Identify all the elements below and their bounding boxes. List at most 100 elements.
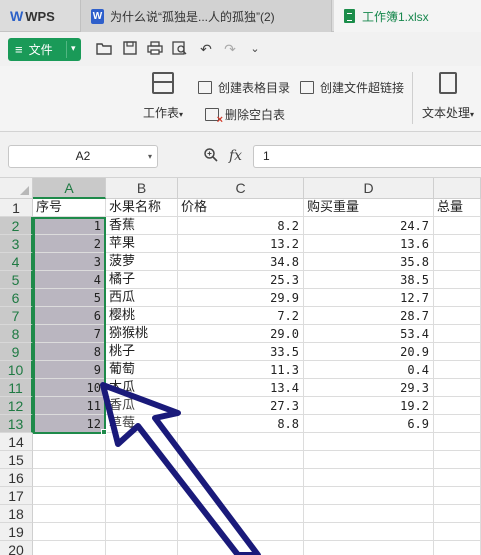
row-header[interactable]: 14 — [0, 433, 33, 451]
row-header[interactable]: 1 — [0, 199, 33, 217]
tab-wps-home[interactable]: W WPS — [0, 0, 78, 32]
redo-icon[interactable]: ↷ — [221, 41, 239, 58]
select-all-corner[interactable] — [0, 178, 33, 199]
cell[interactable] — [178, 451, 304, 469]
cell[interactable] — [304, 451, 434, 469]
cell[interactable] — [304, 487, 434, 505]
row-header[interactable]: 6 — [0, 289, 33, 307]
price-cell[interactable]: 13.4 — [178, 379, 304, 397]
price-cell[interactable]: 8.8 — [178, 415, 304, 433]
create-hyperlink-button[interactable]: 创建文件超链接 — [300, 78, 404, 96]
cell[interactable] — [434, 379, 481, 397]
price-cell[interactable]: 27.3 — [178, 397, 304, 415]
cell[interactable] — [106, 523, 178, 541]
cell[interactable] — [304, 523, 434, 541]
cell[interactable] — [33, 469, 106, 487]
cell[interactable] — [178, 487, 304, 505]
cell[interactable] — [178, 505, 304, 523]
serial-number-cell[interactable]: 1 — [33, 217, 106, 235]
weight-cell[interactable]: 19.2 — [304, 397, 434, 415]
row-header[interactable]: 4 — [0, 253, 33, 271]
price-cell[interactable]: 29.0 — [178, 325, 304, 343]
cell[interactable] — [434, 433, 481, 451]
cell[interactable] — [434, 541, 481, 555]
cell[interactable] — [33, 451, 106, 469]
cell[interactable] — [106, 451, 178, 469]
serial-number-cell[interactable]: 9 — [33, 361, 106, 379]
text-processing-button[interactable]: 文本处理▾ — [418, 70, 478, 126]
cell[interactable] — [434, 289, 481, 307]
row-header[interactable]: 3 — [0, 235, 33, 253]
print-preview-icon[interactable] — [171, 41, 189, 58]
zoom-icon[interactable] — [202, 147, 220, 165]
insert-function-icon[interactable]: fx — [229, 147, 247, 165]
weight-cell[interactable]: 29.3 — [304, 379, 434, 397]
price-cell[interactable]: 33.5 — [178, 343, 304, 361]
file-menu-button[interactable]: ≡ 文件 ▾ — [8, 38, 81, 61]
weight-cell[interactable]: 20.9 — [304, 343, 434, 361]
weight-cell[interactable]: 6.9 — [304, 415, 434, 433]
price-cell[interactable]: 13.2 — [178, 235, 304, 253]
tab-document[interactable]: W 为什么说“孤独是...人的孤独”(2) — [80, 0, 332, 32]
cell[interactable] — [434, 469, 481, 487]
cell[interactable] — [178, 469, 304, 487]
fruit-name-cell[interactable]: 橘子 — [106, 271, 178, 289]
cell[interactable] — [106, 433, 178, 451]
cell[interactable] — [178, 523, 304, 541]
cell[interactable] — [106, 487, 178, 505]
cell[interactable] — [434, 415, 481, 433]
undo-icon[interactable]: ↶ — [197, 41, 215, 58]
cell[interactable] — [434, 307, 481, 325]
weight-cell[interactable]: 12.7 — [304, 289, 434, 307]
cell[interactable] — [434, 523, 481, 541]
serial-number-cell[interactable]: 12 — [33, 415, 106, 433]
fruit-name-cell[interactable]: 苹果 — [106, 235, 178, 253]
row-header[interactable]: 8 — [0, 325, 33, 343]
price-cell[interactable]: 34.8 — [178, 253, 304, 271]
cell[interactable] — [434, 451, 481, 469]
serial-number-cell[interactable]: 6 — [33, 307, 106, 325]
column-title-cell[interactable]: 序号 — [33, 199, 106, 217]
serial-number-cell[interactable]: 7 — [33, 325, 106, 343]
serial-number-cell[interactable]: 3 — [33, 253, 106, 271]
column-title-cell[interactable]: 购买重量 — [304, 199, 434, 217]
serial-number-cell[interactable]: 10 — [33, 379, 106, 397]
weight-cell[interactable]: 0.4 — [304, 361, 434, 379]
fruit-name-cell[interactable]: 葡萄 — [106, 361, 178, 379]
column-header[interactable] — [434, 178, 481, 199]
cell[interactable] — [434, 361, 481, 379]
cell[interactable] — [304, 505, 434, 523]
cell[interactable] — [106, 469, 178, 487]
row-header[interactable]: 16 — [0, 469, 33, 487]
cell[interactable] — [304, 469, 434, 487]
fruit-name-cell[interactable]: 桃子 — [106, 343, 178, 361]
price-cell[interactable]: 29.9 — [178, 289, 304, 307]
weight-cell[interactable]: 38.5 — [304, 271, 434, 289]
row-header[interactable]: 5 — [0, 271, 33, 289]
row-header[interactable]: 13 — [0, 415, 33, 433]
cell[interactable] — [106, 505, 178, 523]
fill-handle[interactable] — [101, 429, 107, 435]
row-header[interactable]: 12 — [0, 397, 33, 415]
weight-cell[interactable]: 24.7 — [304, 217, 434, 235]
more-tools-chevron-icon[interactable]: ⌄ — [246, 41, 264, 58]
print-icon[interactable] — [146, 41, 164, 58]
cell[interactable] — [434, 235, 481, 253]
fruit-name-cell[interactable]: 猕猴桃 — [106, 325, 178, 343]
row-header[interactable]: 17 — [0, 487, 33, 505]
row-header[interactable]: 10 — [0, 361, 33, 379]
cell[interactable] — [304, 541, 434, 555]
column-title-cell[interactable]: 总量 — [434, 199, 481, 217]
cell[interactable] — [434, 271, 481, 289]
tab-workbook[interactable]: 工作簿1.xlsx — [334, 0, 481, 32]
open-folder-icon[interactable] — [95, 41, 113, 58]
row-header[interactable]: 9 — [0, 343, 33, 361]
formula-input[interactable]: 1 — [253, 145, 481, 168]
fruit-name-cell[interactable]: 香瓜 — [106, 397, 178, 415]
weight-cell[interactable]: 35.8 — [304, 253, 434, 271]
row-header[interactable]: 11 — [0, 379, 33, 397]
chevron-down-icon[interactable]: ▾ — [71, 43, 76, 54]
cell[interactable] — [434, 487, 481, 505]
save-icon[interactable] — [121, 41, 139, 58]
spreadsheet-grid[interactable]: A B C D 1 序号 水果名称 价格 购买重量 总量 2 1 香蕉 8.2 24.7 3 2 苹果 13.2 13… — [0, 178, 481, 555]
